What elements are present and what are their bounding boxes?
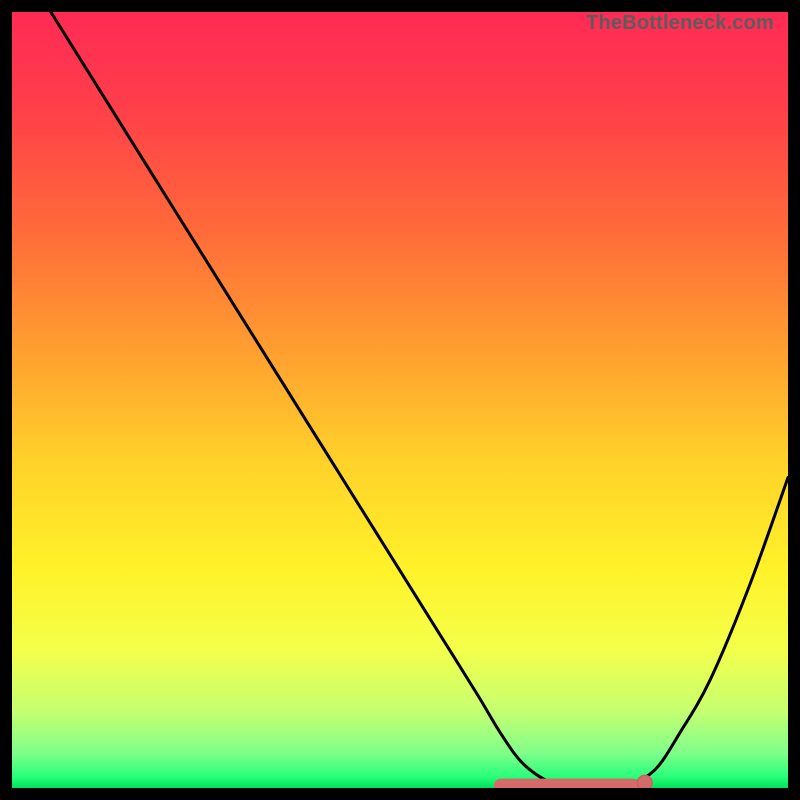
chart-svg [12,12,788,788]
bottleneck-curve [51,12,788,787]
attribution-text: TheBottleneck.com [586,12,774,35]
optimal-region-marker [501,775,652,788]
chart-frame: TheBottleneck.com [0,0,800,800]
plot-area: TheBottleneck.com [12,12,788,788]
